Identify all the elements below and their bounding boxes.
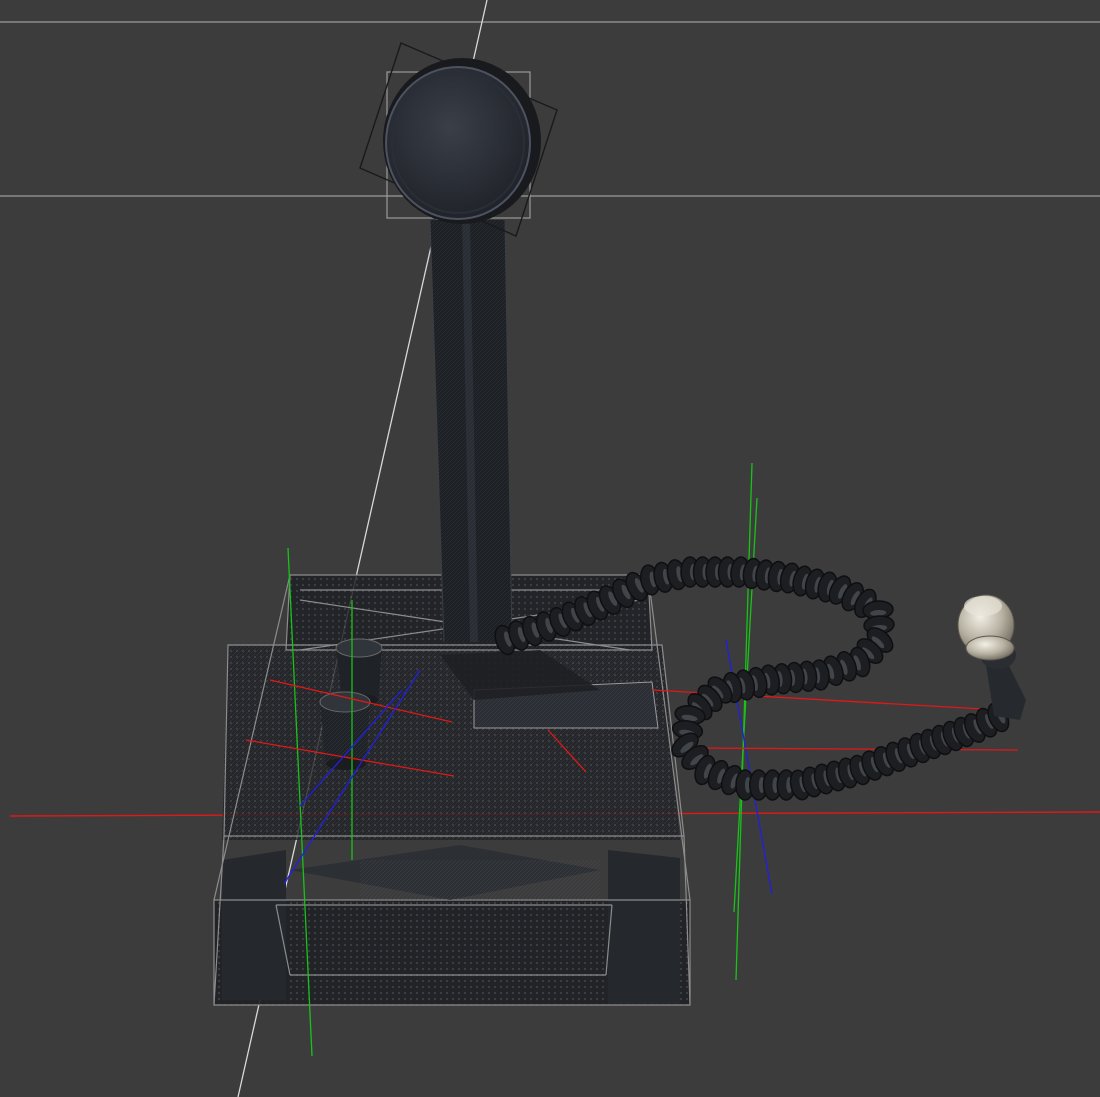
mic-stem[interactable]: [429, 219, 513, 643]
viewport-canvas[interactable]: [0, 0, 1100, 1097]
base-left-foot: [222, 850, 286, 1000]
audio-jack[interactable]: [957, 594, 1026, 720]
base-right-foot: [608, 850, 680, 1004]
mic-head[interactable]: [359, 42, 558, 237]
knob-front[interactable]: [319, 691, 371, 770]
3d-viewport[interactable]: [0, 0, 1100, 1097]
